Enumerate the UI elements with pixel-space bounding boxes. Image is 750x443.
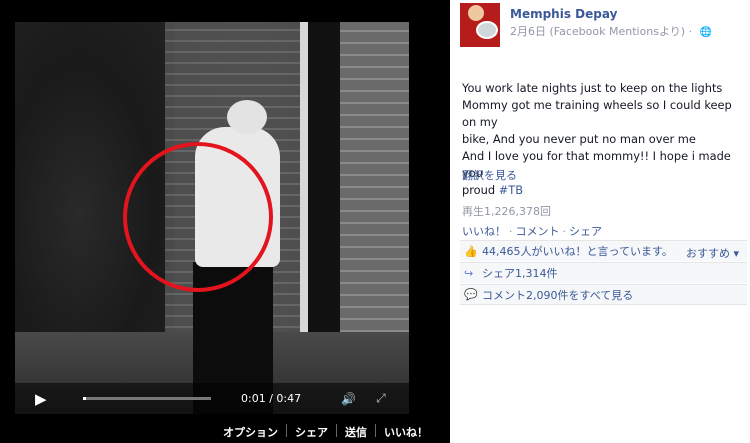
post-date-source: 2月6日 (Facebook Mentionsより) ·: [510, 25, 693, 38]
progress-bar[interactable]: [83, 397, 211, 400]
send-button[interactable]: 送信: [345, 424, 367, 440]
share-button[interactable]: シェア: [295, 424, 328, 440]
avatar-trophy: [476, 21, 498, 39]
post-meta: 2月6日 (Facebook Mentionsより) · 🌐: [510, 23, 712, 39]
avatar[interactable]: [460, 3, 500, 47]
post-actions: いいね！ · コメント · シェア: [462, 223, 602, 239]
likes-count[interactable]: 44,465人がいいね！と言っています。: [482, 243, 673, 259]
hashtag-link[interactable]: #TB: [499, 183, 523, 197]
options-button[interactable]: オプション: [223, 424, 278, 440]
post-header: Memphis Depay 2月6日 (Facebook Mentionsより)…: [460, 3, 745, 49]
divider: [286, 424, 287, 437]
post-line: You work late nights just to keep on the…: [462, 81, 723, 95]
play-icon[interactable]: ▶: [35, 390, 63, 408]
post-line: proud: [462, 183, 496, 197]
comments-link[interactable]: コメント2,090件をすべて見る: [482, 287, 633, 303]
thumbs-up-icon: 👍: [464, 244, 478, 258]
shares-row[interactable]: ↪ シェア1,314件: [460, 262, 747, 283]
post-panel: Memphis Depay 2月6日 (Facebook Mentionsより)…: [450, 0, 750, 443]
post-line: bike, And you never put no man over me: [462, 132, 696, 146]
volume-icon[interactable]: 🔊: [341, 392, 356, 406]
post-line: Mommy got me training wheels so I could …: [462, 98, 732, 129]
comment-link[interactable]: コメント: [516, 225, 560, 238]
sort-dropdown[interactable]: おすすめ ▾: [686, 245, 739, 261]
like-link[interactable]: いいね！: [462, 225, 506, 238]
shares-count[interactable]: シェア1,314件: [482, 265, 558, 281]
red-annotation-circle: [123, 142, 273, 292]
like-button[interactable]: いいね！: [384, 424, 428, 440]
progress-fill: [83, 397, 86, 400]
divider: [336, 424, 337, 437]
video-bottom-actions: オプション シェア 送信 いいね！: [223, 424, 428, 440]
time-display: 0:01 / 0:47: [241, 392, 302, 405]
avatar-face: [468, 5, 484, 21]
globe-icon[interactable]: 🌐: [700, 27, 712, 38]
see-translation-link[interactable]: 翻訳を見る: [462, 167, 517, 183]
comment-bubble-icon: 💬: [464, 288, 478, 301]
divider: [375, 424, 376, 437]
video-controls: ▶ 0:01 / 0:47 🔊 ⤢: [15, 383, 409, 414]
video-stage: ▶ 0:01 / 0:47 🔊 ⤢ オプション シェア 送信 いいね！: [0, 0, 450, 443]
comments-row[interactable]: 💬 コメント2,090件をすべて見る: [460, 284, 747, 305]
post-line-last: proud #TB: [462, 182, 747, 199]
share-link[interactable]: シェア: [569, 225, 602, 238]
fullscreen-icon[interactable]: ⤢: [376, 391, 386, 406]
view-count: 再生1,226,378回: [462, 205, 551, 218]
share-arrow-icon: ↪: [464, 266, 474, 280]
separator: ·: [509, 225, 513, 238]
video-frame[interactable]: [15, 22, 409, 414]
video-person-head: [227, 100, 267, 134]
author-name[interactable]: Memphis Depay: [510, 7, 617, 21]
separator: ·: [562, 225, 567, 238]
likes-row[interactable]: 👍 44,465人がいいね！と言っています。 おすすめ ▾: [460, 240, 747, 261]
